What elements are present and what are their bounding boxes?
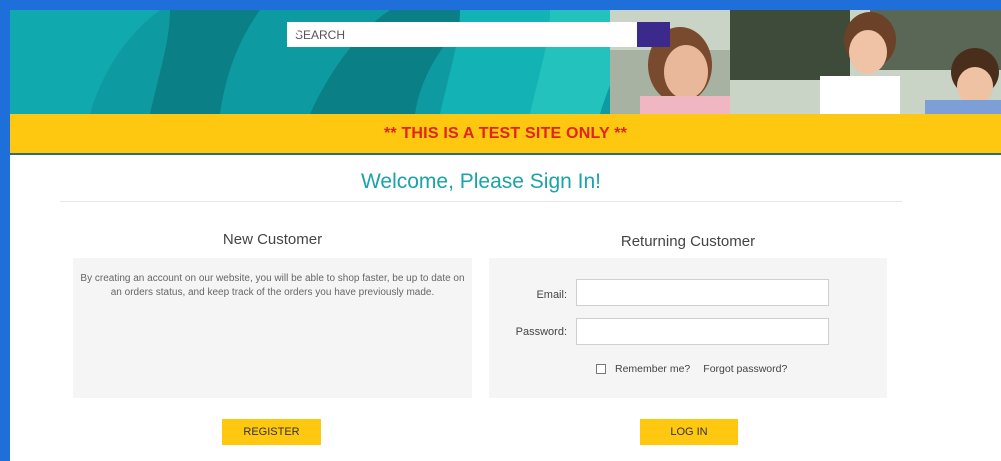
- password-field[interactable]: [576, 318, 829, 345]
- login-button[interactable]: LOG IN: [640, 419, 738, 445]
- title-divider: [60, 201, 902, 202]
- forgot-password-link[interactable]: Forgot password?: [703, 363, 787, 375]
- page-title: Welcome, Please Sign In!: [360, 170, 602, 193]
- test-site-notice: ** THIS IS A TEST SITE ONLY **: [10, 114, 1001, 155]
- header-banner: [10, 10, 1001, 114]
- new-customer-title: New Customer: [222, 231, 323, 248]
- search-button[interactable]: [287, 22, 670, 47]
- remember-me-checkbox[interactable]: [596, 364, 606, 374]
- search-bar: [287, 22, 670, 47]
- email-label: Email:: [536, 289, 567, 301]
- new-customer-description: By creating an account on our website, y…: [80, 273, 465, 298]
- password-label: Password:: [515, 326, 567, 338]
- search-icon: [287, 22, 301, 36]
- email-field[interactable]: [576, 279, 829, 306]
- register-button[interactable]: REGISTER: [222, 419, 321, 445]
- search-input[interactable]: [287, 22, 637, 47]
- returning-customer-title: Returning Customer: [620, 233, 756, 250]
- new-customer-panel: By creating an account on our website, y…: [73, 258, 472, 398]
- test-site-notice-text: ** THIS IS A TEST SITE ONLY **: [383, 124, 628, 142]
- remember-row: Remember me? Forgot password?: [596, 363, 787, 375]
- remember-me-label[interactable]: Remember me?: [615, 363, 690, 375]
